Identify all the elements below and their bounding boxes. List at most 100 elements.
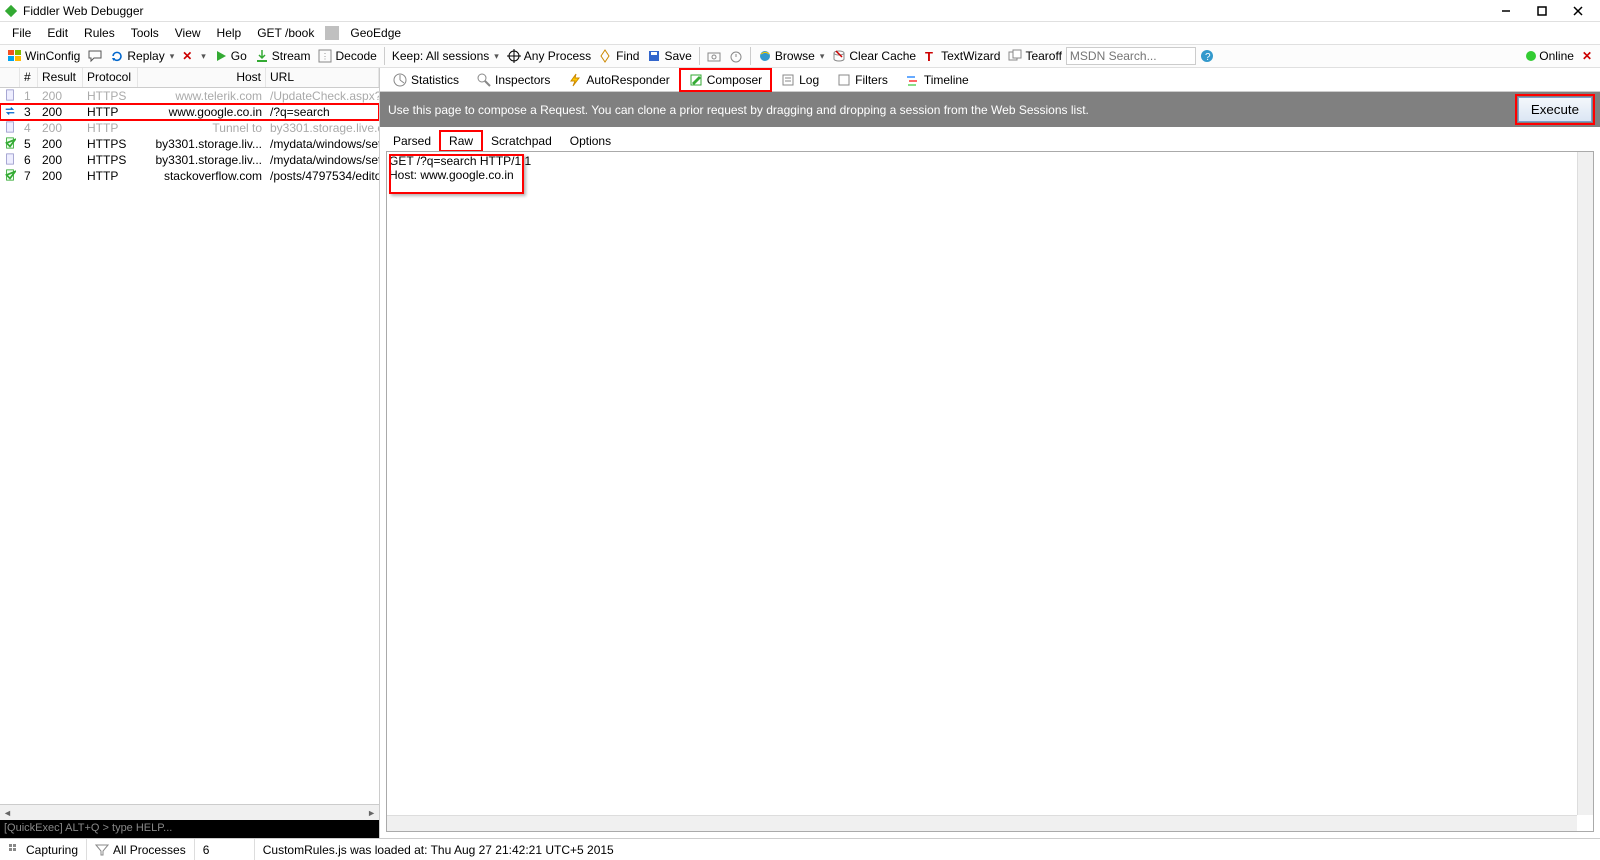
toolbar-separator [699, 47, 700, 65]
inspect-icon [477, 73, 491, 87]
capturing-indicator[interactable]: Capturing [0, 839, 87, 860]
subtab-raw[interactable]: Raw [440, 131, 482, 151]
browse-button[interactable]: Browse [754, 45, 829, 67]
session-row[interactable]: 4200HTTPTunnel toby3301.storage.live.c [0, 120, 379, 136]
decode-icon: ⋮⋮ [318, 49, 332, 63]
svg-text:?: ? [1205, 52, 1211, 63]
close-button[interactable] [1560, 0, 1596, 22]
tab-autoresponder[interactable]: AutoResponder [559, 69, 678, 91]
save-icon [647, 49, 661, 63]
funnel-icon [95, 843, 109, 857]
session-row[interactable]: 7200HTTPstackoverflow.com/posts/4797534/… [0, 168, 379, 184]
composer-infobar: Use this page to compose a Request. You … [380, 92, 1600, 127]
session-id: 6 [20, 153, 38, 167]
sessions-hscroll[interactable]: ◄► [0, 804, 379, 820]
col-protocol[interactable]: Protocol [83, 68, 138, 87]
session-host: Tunnel to [138, 121, 266, 135]
session-type-icon [4, 170, 16, 184]
remove-button[interactable]: ✕ [178, 45, 210, 67]
menu-get-book[interactable]: GET /book [249, 24, 322, 42]
stream-icon [255, 49, 269, 63]
tab-timeline[interactable]: Timeline [897, 69, 978, 91]
replay-button[interactable]: Replay [106, 45, 178, 67]
session-type-icon [4, 106, 16, 120]
minimize-button[interactable] [1488, 0, 1524, 22]
composer-subtabs: ParsedRawScratchpadOptions [380, 127, 1600, 151]
go-icon [214, 49, 228, 63]
session-row[interactable]: 6200HTTPSby3301.storage.liv.../mydata/wi… [0, 152, 379, 168]
session-id: 5 [20, 137, 38, 151]
tab-composer[interactable]: Composer [679, 68, 772, 92]
stream-button[interactable]: Stream [251, 45, 315, 67]
menu-tools[interactable]: Tools [123, 24, 167, 42]
tab-inspectors[interactable]: Inspectors [468, 69, 559, 91]
decode-button[interactable]: ⋮⋮Decode [314, 45, 380, 67]
session-id: 3 [20, 105, 38, 119]
find-icon [599, 49, 613, 63]
keep-sessions-dropdown[interactable]: Keep: All sessions [388, 45, 503, 67]
camera-button[interactable] [703, 45, 725, 67]
comment-button[interactable] [84, 45, 106, 67]
session-protocol: HTTP [83, 121, 138, 135]
svg-text:⋮⋮: ⋮⋮ [321, 52, 332, 61]
online-indicator[interactable]: Online [1522, 45, 1578, 67]
editor-hscroll[interactable] [387, 815, 1577, 831]
tab-log[interactable]: Log [772, 69, 828, 91]
col-host[interactable]: Host [138, 68, 266, 87]
msdn-search-input[interactable] [1066, 47, 1196, 65]
close-toolbar-button[interactable]: ✕ [1578, 45, 1596, 67]
session-protocol: HTTPS [83, 89, 138, 103]
raw-highlight [389, 154, 524, 194]
session-row[interactable]: 3200HTTPwww.google.co.in/?q=search [0, 104, 379, 120]
session-id: 7 [20, 169, 38, 183]
menu-geoedge[interactable]: GeoEdge [342, 24, 409, 42]
winconfig-button[interactable]: WinConfig [4, 45, 84, 67]
session-result: 200 [38, 137, 83, 151]
tab-statistics[interactable]: Statistics [384, 69, 468, 91]
maximize-button[interactable] [1524, 0, 1560, 22]
session-url: /mydata/windows/sett [266, 153, 379, 167]
session-url: /mydata/windows/sett [266, 137, 379, 151]
col-num[interactable]: # [20, 68, 38, 87]
subtab-options[interactable]: Options [561, 131, 620, 151]
camera-icon [707, 49, 721, 63]
subtab-parsed[interactable]: Parsed [384, 131, 440, 151]
menu-rules[interactable]: Rules [76, 24, 123, 42]
execute-button[interactable]: Execute [1518, 97, 1592, 122]
quickexec-bar[interactable]: [QuickExec] ALT+Q > type HELP... [0, 820, 379, 838]
col-result[interactable]: Result [38, 68, 83, 87]
x-icon: ✕ [182, 49, 196, 63]
clear-cache-button[interactable]: Clear Cache [828, 45, 920, 67]
tearoff-button[interactable]: Tearoff [1004, 45, 1065, 67]
geoedge-icon [325, 26, 339, 40]
raw-text[interactable]: GET /?q=search HTTP/1.1 Host: www.google… [389, 154, 1591, 182]
any-process-button[interactable]: Any Process [503, 45, 595, 67]
help-button[interactable]: ? [1196, 45, 1218, 67]
main-tabs: StatisticsInspectorsAutoResponderCompose… [380, 68, 1600, 92]
textwizard-button[interactable]: TTextWizard [920, 45, 1004, 67]
col-url[interactable]: URL [266, 68, 379, 87]
session-result: 200 [38, 89, 83, 103]
editor-wrap: GET /?q=search HTTP/1.1 Host: www.google… [380, 151, 1600, 838]
subtab-scratchpad[interactable]: Scratchpad [482, 131, 561, 151]
menu-edit[interactable]: Edit [39, 24, 76, 42]
raw-editor[interactable]: GET /?q=search HTTP/1.1 Host: www.google… [386, 151, 1594, 832]
session-row[interactable]: 1200HTTPSwww.telerik.com/UpdateCheck.asp… [0, 88, 379, 104]
clock-icon [729, 49, 743, 63]
timer-button[interactable] [725, 45, 747, 67]
save-button[interactable]: Save [643, 45, 695, 67]
online-icon [1526, 51, 1536, 61]
menu-view[interactable]: View [167, 24, 209, 42]
processes-filter[interactable]: All Processes [87, 839, 195, 860]
session-row[interactable]: 5200HTTPSby3301.storage.liv.../mydata/wi… [0, 136, 379, 152]
session-result: 200 [38, 121, 83, 135]
menu-help[interactable]: Help [209, 24, 250, 42]
ie-icon [758, 49, 772, 63]
go-button[interactable]: Go [210, 45, 251, 67]
tab-filters[interactable]: Filters [828, 69, 897, 91]
find-button[interactable]: Find [595, 45, 643, 67]
menu-file[interactable]: File [4, 24, 39, 42]
session-result: 200 [38, 169, 83, 183]
session-url: /UpdateCheck.aspx?is [266, 89, 379, 103]
editor-vscroll[interactable] [1577, 152, 1593, 815]
